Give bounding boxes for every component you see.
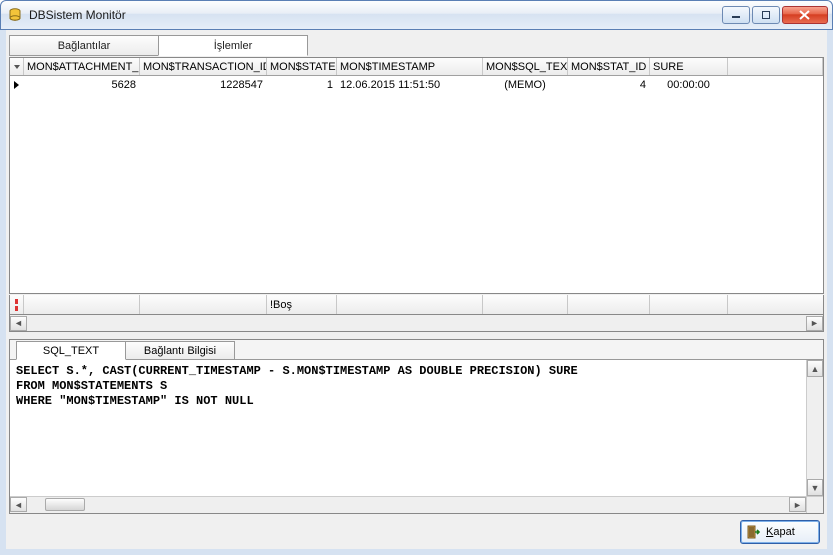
- scroll-corner: [806, 496, 823, 513]
- cell-stat-id: 4: [568, 76, 650, 94]
- cell-timestamp: 12.06.2015 11:51:50: [337, 76, 483, 94]
- data-grid[interactable]: MON$ATTACHMENT_ID MON$TRANSACTION_ID MON…: [9, 57, 824, 294]
- sql-hscrollbar[interactable]: ◄ ►: [10, 496, 806, 513]
- footer-sure: [650, 295, 728, 314]
- hscroll-thumb[interactable]: [45, 498, 85, 511]
- sql-scroll-right-icon[interactable]: ►: [789, 497, 806, 512]
- scroll-up-icon[interactable]: ▲: [807, 360, 823, 377]
- tab-connection-info[interactable]: Bağlantı Bilgisi: [125, 341, 235, 360]
- row-indicator-icon: [10, 76, 24, 94]
- scroll-right-icon[interactable]: ►: [806, 316, 823, 331]
- cell-attachment-id: 5628: [24, 76, 140, 94]
- footer-indicator: [10, 295, 24, 314]
- col-stat-id[interactable]: MON$STAT_ID: [568, 58, 650, 75]
- hscroll-track[interactable]: [85, 497, 789, 513]
- scroll-down-icon[interactable]: ▼: [807, 479, 823, 496]
- sql-area: SELECT S.*, CAST(CURRENT_TIMESTAMP - S.M…: [10, 360, 823, 513]
- top-tabs: Bağlantılar İşlemler: [9, 35, 824, 57]
- cell-sure: 00:00:00: [650, 76, 728, 94]
- sql-text-view[interactable]: SELECT S.*, CAST(CURRENT_TIMESTAMP - S.M…: [16, 364, 805, 495]
- col-state[interactable]: MON$STATE: [267, 58, 337, 75]
- vscroll-track[interactable]: [807, 377, 823, 479]
- title-bar: DBSistem Monitör: [0, 0, 833, 30]
- close-button-label: Kapat: [766, 526, 795, 538]
- minimize-button[interactable]: [722, 6, 750, 24]
- cell-state: 1: [267, 76, 337, 94]
- maximize-button[interactable]: [752, 6, 780, 24]
- cell-transaction-id: 1228547: [140, 76, 267, 94]
- footer-transaction: [140, 295, 267, 314]
- col-transaction-id[interactable]: MON$TRANSACTION_ID: [140, 58, 267, 75]
- close-button[interactable]: Kapat: [740, 520, 820, 544]
- grid-header: MON$ATTACHMENT_ID MON$TRANSACTION_ID MON…: [10, 58, 823, 76]
- scroll-left-icon[interactable]: ◄: [10, 316, 27, 331]
- footer-timestamp: [337, 295, 483, 314]
- scroll-track[interactable]: [27, 316, 806, 331]
- bottom-bar: Kapat: [9, 518, 824, 546]
- sql-scroll-left-icon[interactable]: ◄: [10, 497, 27, 512]
- door-exit-icon: [747, 525, 761, 539]
- col-sql-tex[interactable]: MON$SQL_TEX: [483, 58, 568, 75]
- col-attachment-id[interactable]: MON$ATTACHMENT_ID: [24, 58, 140, 75]
- close-window-button[interactable]: [782, 6, 828, 24]
- col-timestamp[interactable]: MON$TIMESTAMP: [337, 58, 483, 75]
- tab-sql-text[interactable]: SQL_TEXT: [16, 341, 126, 360]
- footer-fill: [728, 295, 823, 314]
- col-sure[interactable]: SURE: [650, 58, 728, 75]
- footer-sqltex: [483, 295, 568, 314]
- grid-header-selector[interactable]: [10, 58, 24, 75]
- sql-vscrollbar[interactable]: ▲ ▼: [806, 360, 823, 496]
- sub-tabs: SQL_TEXT Bağlantı Bilgisi: [10, 340, 823, 360]
- window-title: DBSistem Monitör: [29, 8, 722, 22]
- tab-connections[interactable]: Bağlantılar: [9, 35, 159, 56]
- footer-statid: [568, 295, 650, 314]
- window-border: Bağlantılar İşlemler MON$ATTACHMENT_ID M…: [0, 30, 833, 555]
- footer-attachment: [24, 295, 140, 314]
- cell-sql-tex: (MEMO): [483, 76, 568, 94]
- app-icon: [7, 7, 23, 23]
- detail-panel: SQL_TEXT Bağlantı Bilgisi SELECT S.*, CA…: [9, 339, 824, 514]
- table-row[interactable]: 5628 1228547 1 12.06.2015 11:51:50 (MEMO…: [10, 76, 823, 94]
- col-filler: [728, 58, 823, 75]
- grid-footer: !Boş: [9, 295, 824, 315]
- grid-hscrollbar[interactable]: ◄ ►: [9, 315, 824, 332]
- tab-transactions[interactable]: İşlemler: [158, 35, 308, 56]
- client-area: Bağlantılar İşlemler MON$ATTACHMENT_ID M…: [9, 33, 824, 546]
- footer-state: !Boş: [267, 295, 337, 314]
